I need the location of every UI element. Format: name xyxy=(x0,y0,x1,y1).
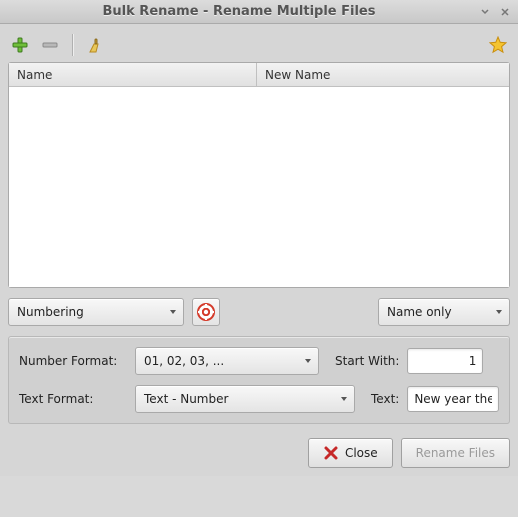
chevron-down-icon xyxy=(487,305,503,319)
column-name[interactable]: Name xyxy=(9,63,257,86)
list-header: Name New Name xyxy=(9,63,509,87)
list-body[interactable] xyxy=(9,87,509,287)
text-format-select[interactable]: Text - Number xyxy=(135,385,355,413)
close-icon[interactable] xyxy=(498,5,512,19)
text-format-value: Text - Number xyxy=(144,392,228,406)
close-x-icon xyxy=(323,445,339,461)
close-button[interactable]: Close xyxy=(308,438,393,468)
file-list: Name New Name xyxy=(8,62,510,288)
add-button[interactable] xyxy=(8,33,32,57)
apply-to-value: Name only xyxy=(387,305,452,319)
column-new-name[interactable]: New Name xyxy=(257,63,509,86)
text-input[interactable] xyxy=(407,386,499,412)
minimize-icon[interactable] xyxy=(478,5,492,19)
start-with-input[interactable] xyxy=(407,348,483,374)
rename-label: Rename Files xyxy=(416,446,495,460)
window-content: Name New Name Numbering Name only Number… xyxy=(0,24,518,476)
number-format-label: Number Format: xyxy=(19,354,127,368)
apply-to-select[interactable]: Name only xyxy=(378,298,510,326)
mode-row: Numbering Name only xyxy=(8,298,510,326)
number-format-value: 01, 02, 03, ... xyxy=(144,354,224,368)
rename-files-button: Rename Files xyxy=(401,438,510,468)
options-panel: Number Format: 01, 02, 03, ... Start Wit… xyxy=(8,336,510,424)
close-label: Close xyxy=(345,446,378,460)
help-button[interactable] xyxy=(192,298,220,326)
toolbar-separator xyxy=(72,34,73,56)
text-label: Text: xyxy=(371,392,399,406)
rename-mode-select[interactable]: Numbering xyxy=(8,298,184,326)
remove-button[interactable] xyxy=(38,33,62,57)
button-bar: Close Rename Files xyxy=(8,438,510,468)
rename-mode-value: Numbering xyxy=(17,305,84,319)
toolbar xyxy=(8,30,510,60)
number-format-select[interactable]: 01, 02, 03, ... xyxy=(135,347,319,375)
start-with-label: Start With: xyxy=(335,354,399,368)
favorites-button[interactable] xyxy=(486,33,510,57)
window-title: Bulk Rename - Rename Multiple Files xyxy=(6,4,472,19)
text-format-label: Text Format: xyxy=(19,392,127,406)
titlebar: Bulk Rename - Rename Multiple Files xyxy=(0,0,518,24)
chevron-down-icon xyxy=(296,354,312,368)
chevron-down-icon xyxy=(161,305,177,319)
clear-button[interactable] xyxy=(83,33,107,57)
chevron-down-icon xyxy=(332,392,348,406)
